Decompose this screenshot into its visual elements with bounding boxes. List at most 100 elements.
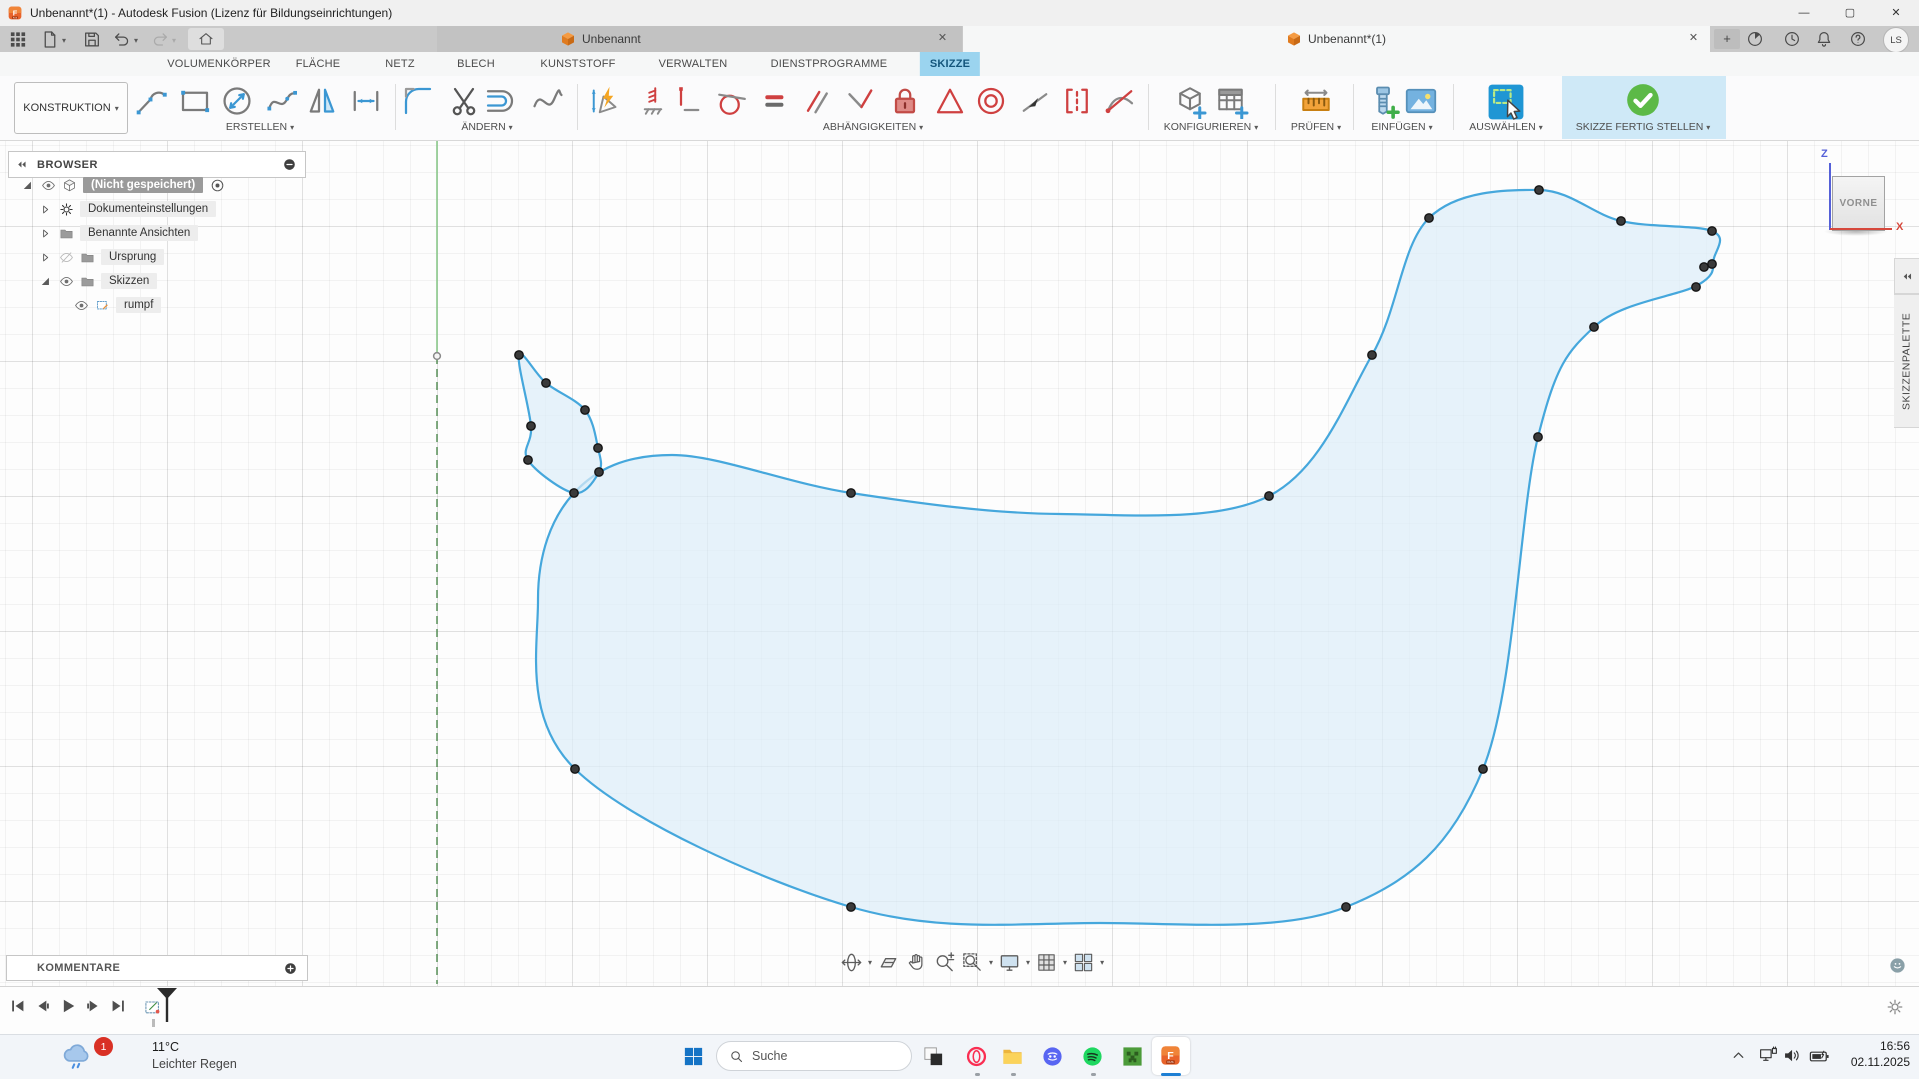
offset-tool-icon[interactable]	[480, 83, 520, 119]
look-at-icon[interactable]	[877, 951, 900, 974]
browser-row-sketches[interactable]: Skizzen	[8, 269, 157, 293]
file-explorer-icon[interactable]	[1001, 1045, 1024, 1068]
document-tab-unbenannt[interactable]	[437, 26, 962, 52]
group-abhaengigkeiten[interactable]: ABHÄNGIGKEITEN▾	[823, 121, 923, 133]
timeline-go-end-icon[interactable]	[108, 996, 128, 1016]
timeline-step-forward-icon[interactable]	[83, 996, 103, 1016]
assistant-icon[interactable]	[1888, 956, 1907, 975]
timeline-go-start-icon[interactable]	[8, 996, 28, 1016]
fit-zoom-icon[interactable]	[961, 951, 984, 974]
tab-blech[interactable]: BLECH	[447, 52, 505, 76]
minecraft-icon[interactable]	[1121, 1045, 1144, 1068]
eye-off-icon[interactable]	[59, 250, 74, 265]
tab-dienstprogramme[interactable]: DIENSTPROGRAMME	[761, 52, 898, 76]
group-auswaehlen[interactable]: AUSWÄHLEN▾	[1469, 121, 1543, 133]
new-file-icon[interactable]	[40, 30, 60, 49]
sketch-canvas[interactable]	[0, 140, 1919, 986]
expand-closed-icon[interactable]	[38, 202, 53, 217]
grid-caret-icon[interactable]: ▾	[1063, 958, 1067, 967]
viewports-caret-icon[interactable]: ▾	[1100, 958, 1104, 967]
taskview-icon[interactable]	[922, 1045, 945, 1068]
insert-fastener-icon[interactable]	[1363, 83, 1403, 119]
viewcube[interactable]: VORNE	[1832, 176, 1885, 231]
viewports-icon[interactable]	[1072, 951, 1095, 974]
browser-row-label[interactable]: Dokumenteinstellungen	[80, 201, 216, 217]
browser-row-label[interactable]: Skizzen	[101, 273, 157, 289]
start-button-icon[interactable]	[682, 1045, 705, 1068]
expand-closed-icon[interactable]	[38, 250, 53, 265]
tab-netz[interactable]: NETZ	[375, 52, 425, 76]
configuration-table-icon[interactable]	[1212, 83, 1252, 119]
expand-palette-button[interactable]	[1894, 258, 1919, 294]
group-aendern[interactable]: ÄNDERN▾	[461, 121, 512, 133]
browser-row-label[interactable]: Ursprung	[101, 249, 164, 265]
measure-tool-icon[interactable]	[1296, 83, 1336, 119]
extensions-icon[interactable]	[1746, 30, 1764, 48]
orbit-icon[interactable]	[840, 951, 863, 974]
eye-icon[interactable]	[74, 298, 89, 313]
browser-row-label[interactable]: Benannte Ansichten	[80, 225, 198, 241]
volume-icon[interactable]	[1782, 1045, 1803, 1066]
network-icon[interactable]	[1758, 1045, 1779, 1066]
expand-open-icon[interactable]	[20, 178, 35, 193]
browser-row-origin[interactable]: Ursprung	[8, 245, 164, 269]
save-icon[interactable]	[82, 30, 102, 49]
undo-caret-icon[interactable]: ▾	[134, 36, 138, 45]
construction-dropdown[interactable]: KONSTRUKTION▾	[14, 82, 128, 134]
browser-row-label[interactable]: (Nicht gespeichert)	[83, 177, 203, 193]
mirror-tool-icon[interactable]	[302, 83, 342, 119]
curvature-constraint-icon[interactable]	[1100, 83, 1140, 119]
discord-icon[interactable]	[1041, 1045, 1064, 1068]
help-icon[interactable]	[1849, 30, 1867, 48]
pan-icon[interactable]	[905, 951, 928, 974]
tab-verwalten[interactable]: VERWALTEN	[649, 52, 738, 76]
browser-row-label[interactable]: rumpf	[116, 297, 161, 313]
display-caret-icon[interactable]: ▾	[1026, 958, 1030, 967]
add-comment-icon[interactable]	[283, 961, 298, 976]
display-settings-icon[interactable]	[998, 951, 1021, 974]
undo-icon[interactable]	[112, 30, 132, 49]
tab-skizze[interactable]: SKIZZE	[920, 52, 980, 76]
concentric-constraint-icon[interactable]	[971, 83, 1011, 119]
app-grid-icon[interactable]	[8, 30, 28, 49]
grid-settings-icon[interactable]	[1035, 951, 1058, 974]
weather-temperature[interactable]: 11°C	[152, 1040, 179, 1054]
eye-icon[interactable]	[59, 274, 74, 289]
configure-feature-icon[interactable]	[1170, 83, 1210, 119]
weather-icon[interactable]	[58, 1039, 96, 1073]
select-tool-icon[interactable]	[1484, 80, 1528, 124]
tab-kunststoff[interactable]: KUNSTSTOFF	[530, 52, 625, 76]
comments-panel[interactable]: KOMMENTARE	[6, 955, 308, 981]
spline-tool-icon[interactable]	[262, 83, 302, 119]
tab-volumenkoerper[interactable]: VOLUMENKÖRPER	[157, 52, 280, 76]
taskbar-clock[interactable]: 16:56 02.11.2025	[1838, 1038, 1910, 1070]
horizontal-vertical-constraint-icon[interactable]	[667, 83, 707, 119]
browser-row-named-views[interactable]: Benannte Ansichten	[8, 221, 198, 245]
timeline-step-back-icon[interactable]	[33, 996, 53, 1016]
edit-curve-tool-icon[interactable]	[528, 83, 568, 119]
line-tool-icon[interactable]	[132, 83, 172, 119]
fusion-taskbar-icon[interactable]: FFUS	[1159, 1044, 1182, 1067]
timeline-position-marker[interactable]	[155, 987, 179, 1025]
tangent-constraint-icon[interactable]	[712, 83, 752, 119]
fillet-tool-icon[interactable]	[398, 83, 438, 119]
tray-chevron-up-icon[interactable]	[1730, 1047, 1747, 1064]
group-konfigurieren[interactable]: KONFIGURIEREN▾	[1164, 121, 1259, 133]
job-status-icon[interactable]	[1783, 30, 1801, 48]
polygon-constraint-icon[interactable]	[930, 83, 970, 119]
account-avatar[interactable]: LS	[1883, 27, 1909, 53]
zoom-icon[interactable]	[933, 951, 956, 974]
browser-row-document[interactable]: (Nicht gespeichert)	[8, 173, 226, 197]
insert-image-icon[interactable]	[1401, 83, 1441, 119]
notifications-bell-icon[interactable]	[1815, 30, 1833, 48]
rectangle-tool-icon[interactable]	[175, 83, 215, 119]
dimension-tool-icon[interactable]	[346, 83, 386, 119]
sketch-palette-tab[interactable]: SKIZZENPALETTE	[1894, 294, 1919, 428]
close-tab1-icon[interactable]: ✕	[935, 31, 950, 46]
redo-icon[interactable]	[150, 30, 170, 49]
midpoint-constraint-icon[interactable]	[1015, 83, 1055, 119]
sketch-dimension-icon[interactable]	[585, 83, 625, 119]
radio-active-icon[interactable]	[209, 177, 226, 194]
file-menu-caret-icon[interactable]: ▾	[62, 36, 66, 45]
new-tab-button[interactable]: +	[1714, 29, 1740, 49]
